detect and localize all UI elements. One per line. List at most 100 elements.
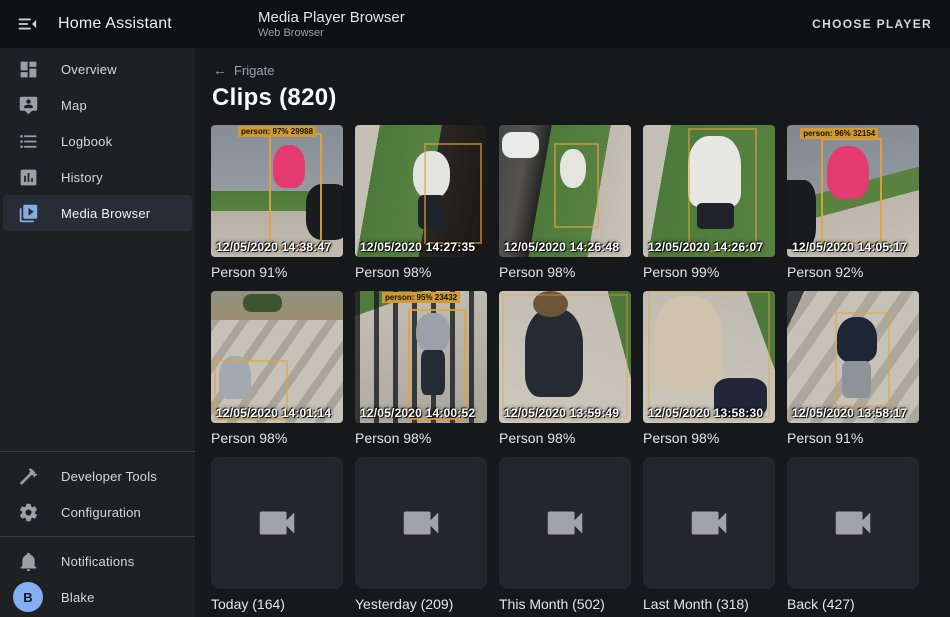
sidebar-nav: Overview Map Logbook History Media Brows… bbox=[0, 48, 195, 231]
sidebar-item-developer-tools[interactable]: Developer Tools bbox=[0, 458, 195, 494]
clip-label: Person 98% bbox=[355, 264, 487, 281]
tooltip-account-icon bbox=[17, 94, 39, 116]
clip-label: Person 98% bbox=[499, 430, 631, 447]
clip-item[interactable]: person: 97% 29988 12/05/2020 14:38:47 Pe… bbox=[211, 125, 343, 281]
folder-thumbnail bbox=[643, 457, 775, 589]
clip-item[interactable]: 12/05/2020 14:27:35 Person 98% bbox=[355, 125, 487, 281]
chart-box-icon bbox=[17, 166, 39, 188]
sidebar-item-history[interactable]: History bbox=[0, 159, 195, 195]
clip-label: Person 98% bbox=[643, 430, 775, 447]
sidebar-item-label: Configuration bbox=[61, 505, 141, 520]
folder-item-yesterday[interactable]: Yesterday (209) bbox=[355, 457, 487, 613]
folder-label: Yesterday (209) bbox=[355, 596, 487, 613]
clip-timestamp: 12/05/2020 14:05:17 bbox=[792, 240, 907, 254]
choose-player-button[interactable]: CHOOSE PLAYER bbox=[794, 17, 950, 31]
back-arrow-icon: ← bbox=[213, 64, 227, 77]
sidebar-item-configuration[interactable]: Configuration bbox=[0, 494, 195, 530]
detection-bounding-box bbox=[408, 309, 466, 420]
clip-label: Person 91% bbox=[787, 430, 919, 447]
clip-label: Person 98% bbox=[499, 264, 631, 281]
video-camera-icon bbox=[398, 500, 444, 546]
sidebar-item-notifications[interactable]: Notifications bbox=[0, 543, 195, 579]
folder-item-last-month[interactable]: Last Month (318) bbox=[643, 457, 775, 613]
detection-label: person: 95% 23432 bbox=[382, 292, 460, 303]
clip-label: Person 98% bbox=[211, 430, 343, 447]
folder-item-back[interactable]: Back (427) bbox=[787, 457, 919, 613]
clip-thumbnail: 12/05/2020 13:59:49 bbox=[499, 291, 631, 423]
bell-icon bbox=[17, 550, 39, 572]
clip-item[interactable]: 12/05/2020 13:58:30 Person 98% bbox=[643, 291, 775, 447]
clip-timestamp: 12/05/2020 14:26:07 bbox=[648, 240, 763, 254]
clip-label: Person 99% bbox=[643, 264, 775, 281]
video-camera-icon bbox=[686, 500, 732, 546]
clip-timestamp: 12/05/2020 13:58:17 bbox=[792, 406, 907, 420]
menu-open-icon bbox=[16, 13, 38, 35]
list-bulleted-icon bbox=[17, 130, 39, 152]
sidebar-item-label: Overview bbox=[61, 62, 117, 77]
detection-label: person: 97% 29988 bbox=[238, 126, 316, 137]
folder-thumbnail bbox=[355, 457, 487, 589]
detection-bounding-box bbox=[688, 128, 757, 252]
clip-thumbnail: 12/05/2020 13:58:17 bbox=[787, 291, 919, 423]
sidebar-item-label: Notifications bbox=[61, 554, 134, 569]
folder-thumbnail bbox=[499, 457, 631, 589]
folder-label: This Month (502) bbox=[499, 596, 631, 613]
breadcrumb-label: Frigate bbox=[234, 63, 274, 78]
clip-thumbnail: person: 97% 29988 12/05/2020 14:38:47 bbox=[211, 125, 343, 257]
gear-icon bbox=[17, 501, 39, 523]
panel-subtitle: Web Browser bbox=[258, 27, 405, 40]
page-title: Clips (820) bbox=[195, 78, 950, 112]
detection-bounding-box bbox=[648, 291, 769, 418]
folder-item-this-month[interactable]: This Month (502) bbox=[499, 457, 631, 613]
sidebar-item-label: Logbook bbox=[61, 134, 112, 149]
top-app-bar: Home Assistant Media Player Browser Web … bbox=[0, 0, 950, 48]
folder-thumbnail bbox=[211, 457, 343, 589]
sidebar-item-label: Media Browser bbox=[61, 206, 150, 221]
clip-thumbnail: 12/05/2020 14:26:48 bbox=[499, 125, 631, 257]
clip-timestamp: 12/05/2020 13:59:49 bbox=[504, 406, 619, 420]
app-title: Home Assistant bbox=[58, 15, 172, 33]
user-name: Blake bbox=[61, 590, 95, 605]
clip-item[interactable]: person: 96% 32154 12/05/2020 14:05:17 Pe… bbox=[787, 125, 919, 281]
sidebar-item-logbook[interactable]: Logbook bbox=[0, 123, 195, 159]
video-camera-icon bbox=[830, 500, 876, 546]
clip-item[interactable]: 12/05/2020 13:59:49 Person 98% bbox=[499, 291, 631, 447]
clip-item[interactable]: 12/05/2020 13:58:17 Person 91% bbox=[787, 291, 919, 447]
detection-label: person: 96% 32154 bbox=[800, 128, 878, 139]
home-assistant-window: Home Assistant Media Player Browser Web … bbox=[0, 0, 950, 617]
clip-item[interactable]: person: 95% 23432 12/05/2020 14:00:52 Pe… bbox=[355, 291, 487, 447]
clip-thumbnail: 12/05/2020 14:27:35 bbox=[355, 125, 487, 257]
clip-timestamp: 12/05/2020 14:26:48 bbox=[504, 240, 619, 254]
sidebar-item-map[interactable]: Map bbox=[0, 87, 195, 123]
clip-timestamp: 12/05/2020 14:00:52 bbox=[360, 406, 475, 420]
clip-item[interactable]: 12/05/2020 14:01:14 Person 98% bbox=[211, 291, 343, 447]
detection-bounding-box bbox=[554, 143, 599, 227]
panel-title: Media Player Browser bbox=[258, 9, 405, 27]
folder-label: Back (427) bbox=[787, 596, 919, 613]
sidebar-item-media-browser[interactable]: Media Browser bbox=[3, 195, 192, 231]
detection-bounding-box bbox=[502, 294, 629, 418]
folder-label: Last Month (318) bbox=[643, 596, 775, 613]
breadcrumb-back[interactable]: ← Frigate bbox=[195, 48, 274, 78]
play-box-multiple-icon bbox=[17, 202, 39, 224]
clip-item[interactable]: 12/05/2020 14:26:07 Person 99% bbox=[643, 125, 775, 281]
detection-bounding-box bbox=[269, 133, 322, 249]
folder-label: Today (164) bbox=[211, 596, 343, 613]
sidebar-toggle-button[interactable] bbox=[14, 11, 40, 37]
sidebar-item-user-profile[interactable]: B Blake bbox=[0, 579, 195, 615]
clip-thumbnail: 12/05/2020 13:58:30 bbox=[643, 291, 775, 423]
detection-bounding-box bbox=[821, 138, 882, 244]
clip-thumbnail: 12/05/2020 14:01:14 bbox=[211, 291, 343, 423]
clip-timestamp: 12/05/2020 14:27:35 bbox=[360, 240, 475, 254]
clip-label: Person 91% bbox=[211, 264, 343, 281]
panel-header: Media Player Browser Web Browser bbox=[195, 0, 405, 48]
sidebar-item-label: Map bbox=[61, 98, 87, 113]
clip-item[interactable]: 12/05/2020 14:26:48 Person 98% bbox=[499, 125, 631, 281]
sidebar: Overview Map Logbook History Media Brows… bbox=[0, 48, 195, 617]
sidebar-item-overview[interactable]: Overview bbox=[0, 51, 195, 87]
folder-item-today[interactable]: Today (164) bbox=[211, 457, 343, 613]
clip-thumbnail: person: 96% 32154 12/05/2020 14:05:17 bbox=[787, 125, 919, 257]
clip-label: Person 92% bbox=[787, 264, 919, 281]
clip-timestamp: 12/05/2020 14:01:14 bbox=[216, 406, 331, 420]
sidebar-bottom: Developer Tools Configuration Notificati… bbox=[0, 445, 195, 615]
